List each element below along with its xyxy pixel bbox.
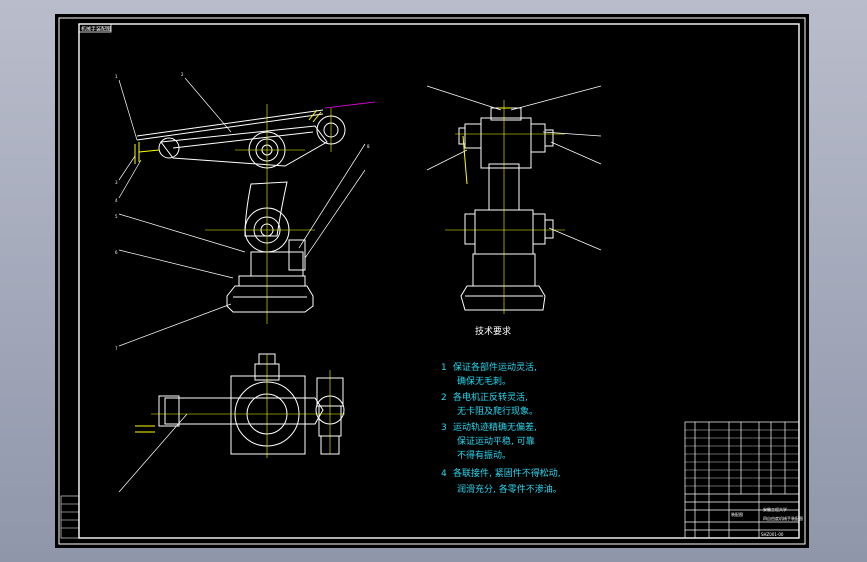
front-leaders [118,77,366,347]
req-3-line-1: 运动轨迹精确无偏差, [453,421,537,433]
cad-viewport: 机械手装配图 技术要求 1 保证各部件运动灵活, 确保无毛刺。 2 各电机正反转… [0,0,867,562]
req-2-no: 2 [441,393,447,403]
inner-border [78,23,800,539]
left-stamp-box [60,495,80,539]
req-3-line-3: 不得有振动。 [457,449,511,461]
leader-number: 3 [115,180,118,185]
req-2-line-1: 各电机正反转灵活, [453,391,528,403]
leader-number: 7 [115,346,118,351]
drawing-sheet: 机械手装配图 技术要求 1 保证各部件运动灵活, 确保无毛刺。 2 各电机正反转… [55,14,809,548]
req-4-line-2: 润滑充分, 各零件不渗油。 [457,483,562,495]
school-name: 安徽工程大学 [763,506,787,512]
drawing-name: 四自由度机械手装配图 [763,515,803,521]
leader-number: 4 [115,198,118,203]
req-3-no: 3 [441,423,447,433]
tech-title: 技术要求 [475,325,511,337]
leader-number: 2 [181,72,184,77]
leader-number: 8 [367,144,370,149]
material-label: 装配图 [731,511,743,517]
req-4-no: 4 [441,469,447,479]
front-view [134,101,376,324]
req-3-line-2: 保证运动平稳, 可靠 [457,435,535,447]
req-1-line-2: 确保无毛刺。 [457,375,511,387]
outer-border [58,17,806,545]
leader-number: 1 [115,74,118,79]
drawing-number: SHZ001-00 [761,532,784,537]
leader-number: 6 [115,250,118,255]
req-2-line-2: 无卡阻及爬行现象。 [457,405,538,417]
top-view [135,353,345,458]
tech-requirements: 技术要求 1 保证各部件运动灵活, 确保无毛刺。 2 各电机正反转灵活, 无卡阻… [441,325,562,495]
leader-number: 5 [115,214,118,219]
req-4-line-1: 各联接件, 紧固件不得松动, [453,467,561,479]
drawing-canvas: 机械手装配图 技术要求 1 保证各部件运动灵活, 确保无毛刺。 2 各电机正反转… [58,17,806,545]
req-1-line-1: 保证各部件运动灵活, [453,361,537,373]
corner-label: 机械手装配图 [81,26,111,33]
req-1-no: 1 [441,363,447,373]
